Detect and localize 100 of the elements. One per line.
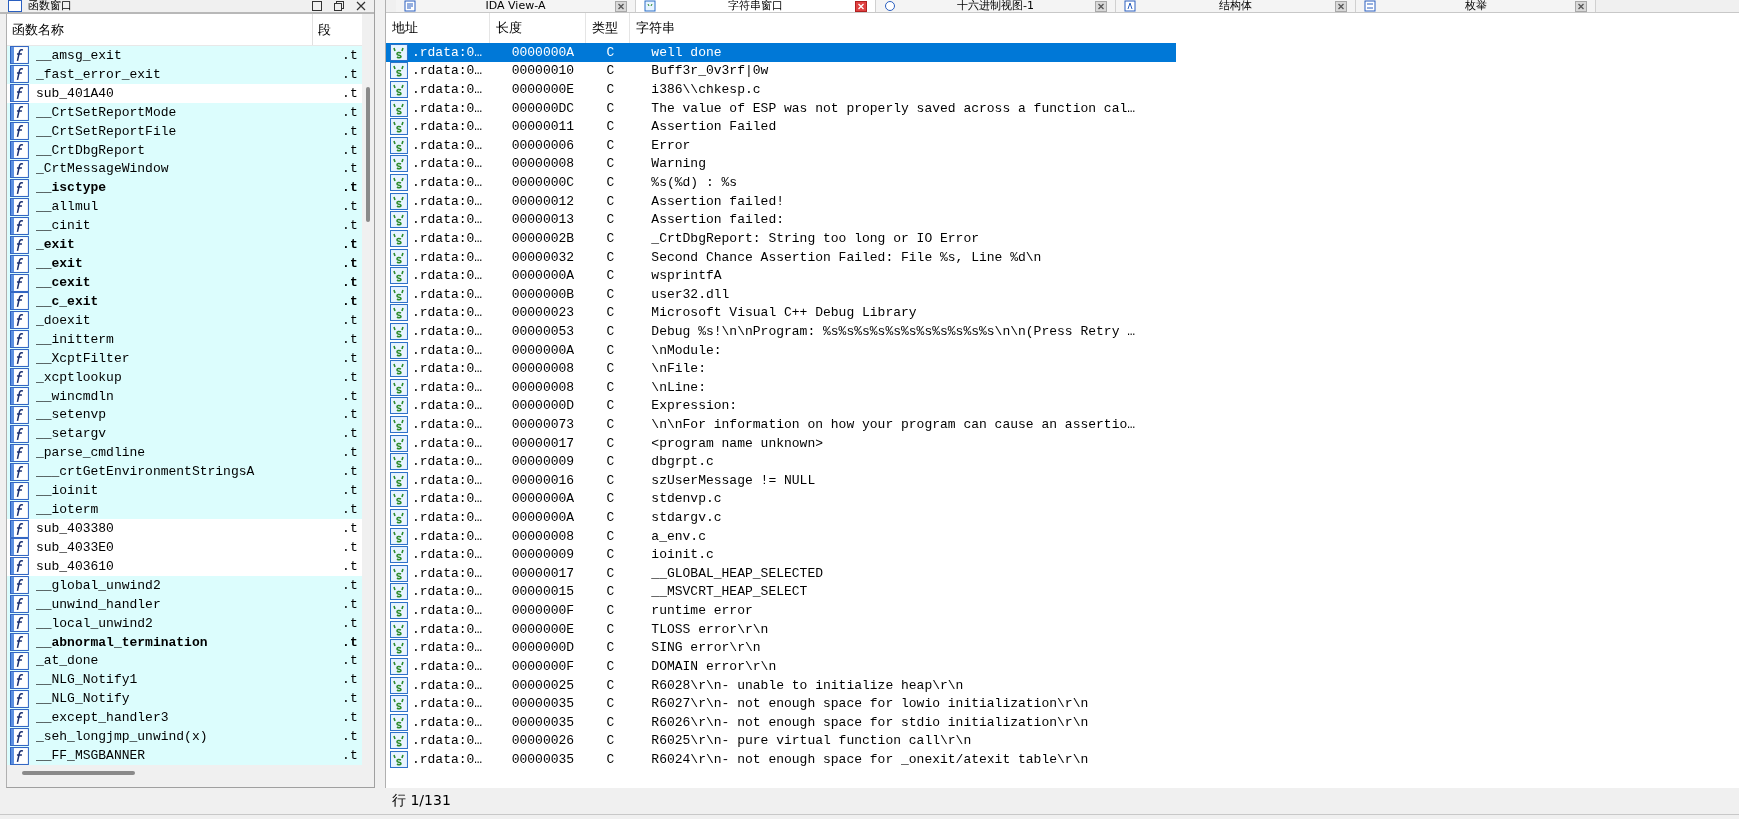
close-icon[interactable] — [1095, 0, 1107, 12]
close-icon[interactable] — [615, 0, 627, 12]
function-row[interactable]: __cinit .t — [7, 216, 362, 236]
address-cell-text: .rdata:0… — [410, 677, 484, 693]
function-row[interactable]: __NLG_Notify .t — [7, 689, 362, 709]
segment-text: .t — [342, 47, 359, 63]
string-cell-text: Warning — [650, 156, 707, 172]
function-row[interactable]: _parse_cmdline .t — [7, 443, 362, 463]
string-row[interactable]: .rdata:0… 00000017 C <program name unknown> — [386, 433, 1176, 453]
column-header[interactable]: 字符串 — [630, 13, 1076, 43]
function-row[interactable]: _exit .t — [7, 235, 362, 255]
function-row[interactable]: _seh_longjmp_unwind(x) .t — [7, 727, 362, 747]
string-row[interactable]: .rdata:0… 00000011 C Assertion Failed — [386, 117, 1176, 137]
string-cell-text: SING error\r\n — [650, 640, 762, 656]
string-row[interactable]: .rdata:0… 0000000C C %s(%d) : %s — [386, 173, 1176, 192]
string-row[interactable]: .rdata:0… 0000000F C runtime error — [386, 601, 1176, 620]
function-row[interactable]: __cexit .t — [7, 273, 362, 292]
string-row[interactable]: .rdata:0… 00000016 C szUserMessage != NULL — [386, 471, 1176, 490]
function-name: __local_unwind2 — [35, 615, 154, 631]
string-cell-text: \nModule: — [650, 342, 723, 358]
tab[interactable]: 字符串窗口 — [636, 0, 876, 12]
string-row[interactable]: .rdata:0… 0000000D C SING error\r\n — [386, 638, 1176, 658]
string-icon — [390, 43, 408, 61]
function-name: __wincmdln — [35, 388, 115, 404]
string-row[interactable]: .rdata:0… 00000026 C R6025\r\n- pure virtual function call\r\n — [386, 731, 1176, 751]
string-row[interactable]: .rdata:0… 00000015 C __MSVCRT_HEAP_SELECT — [386, 582, 1176, 602]
float-icon[interactable] — [334, 1, 344, 11]
string-row[interactable]: .rdata:0… 00000006 C Error — [386, 136, 1176, 155]
string-row[interactable]: .rdata:0… 0000000A C stdargv.c — [386, 508, 1176, 527]
string-row[interactable]: .rdata:0… 00000012 C Assertion failed! — [386, 191, 1176, 211]
string-row[interactable]: .rdata:0… 0000000A C \nModule: — [386, 340, 1176, 360]
function-row[interactable]: __ioinit .t — [7, 481, 362, 501]
string-icon — [644, 0, 656, 12]
tab[interactable]: 枚举 — [1356, 0, 1596, 12]
tab[interactable]: IDA View-A — [396, 0, 636, 12]
address-cell-text: .rdata:0… — [410, 268, 484, 284]
string-icon — [390, 229, 408, 247]
close-icon[interactable] — [855, 0, 867, 12]
string-row[interactable]: .rdata:0… 00000009 C dbgrpt.c — [386, 452, 1176, 471]
string-row[interactable]: .rdata:0… 00000008 C Warning — [386, 154, 1176, 174]
string-row[interactable]: .rdata:0… 00000009 C ioinit.c — [386, 545, 1176, 565]
string-row[interactable]: .rdata:0… 00000008 C \nFile: — [386, 359, 1176, 378]
string-row[interactable]: .rdata:0… 00000013 C Assertion failed: — [386, 210, 1176, 230]
segment-text: .t — [342, 464, 359, 480]
string-row[interactable]: .rdata:0… 0000000A C well done — [386, 43, 1176, 62]
segment-text: .t — [342, 710, 359, 726]
string-row[interactable]: .rdata:0… 00000073 C \n\nFor information on how your program can cause an assertio… — [386, 415, 1176, 434]
function-row[interactable]: __setargv .t — [7, 424, 362, 444]
string-row[interactable]: .rdata:0… 00000010 C Buff3r_0v3rf|0w — [386, 61, 1176, 81]
string-row[interactable]: .rdata:0… 00000023 C Microsoft Visual C++ Debug Library — [386, 303, 1176, 323]
string-row[interactable]: .rdata:0… 00000035 C R6027\r\n- not enough space for lowio initialization\r\n — [386, 694, 1176, 713]
address-cell-text: .rdata:0… — [410, 398, 484, 414]
restore-icon[interactable] — [312, 1, 322, 11]
function-name: _parse_cmdline — [35, 445, 147, 461]
close-icon[interactable] — [356, 1, 366, 11]
segment-text: .t — [342, 142, 359, 158]
string-row[interactable]: .rdata:0… 00000035 C R6024\r\n- not enough space for _onexit/atexit table\r\n — [386, 750, 1176, 769]
string-row[interactable]: .rdata:0… 0000000A C wsprintfA — [386, 266, 1176, 285]
function-row[interactable]: ___crtGetEnvironmentStringsA .t — [7, 462, 362, 482]
string-row[interactable]: .rdata:0… 0000000F C DOMAIN error\r\n — [386, 657, 1176, 676]
string-row[interactable]: .rdata:0… 0000000E C TLOSS error\r\n — [386, 619, 1176, 639]
function-row[interactable]: __FF_MSGBANNER .t — [7, 746, 362, 766]
string-row[interactable]: .rdata:0… 00000025 C R6028\r\n- unable to initialize heap\r\n — [386, 675, 1176, 695]
scrollbar-thumb[interactable] — [366, 87, 370, 222]
scrollbar-thumb[interactable] — [22, 771, 135, 775]
close-icon[interactable] — [1575, 0, 1587, 12]
tab[interactable]: 十六进制视图-1 — [876, 0, 1116, 12]
address-cell-text: .rdata:0… — [410, 640, 484, 656]
string-row[interactable]: .rdata:0… 00000008 C a_env.c — [386, 526, 1176, 546]
string-row[interactable]: .rdata:0… 00000008 C \nLine: — [386, 377, 1176, 397]
function-row[interactable]: __NLG_Notify1 .t — [7, 670, 362, 690]
close-icon[interactable] — [1335, 0, 1347, 12]
function-row[interactable]: __amsg_exit .t — [7, 46, 362, 65]
string-icon — [390, 732, 408, 750]
string-row[interactable]: .rdata:0… 0000000B C user32.dll — [386, 284, 1176, 304]
string-row[interactable]: .rdata:0… 0000000A C stdenvp.c — [386, 489, 1176, 509]
string-row[interactable]: .rdata:0… 00000035 C R6026\r\n- not enough space for stdio initialization\r\n — [386, 712, 1176, 732]
column-header[interactable]: 段 — [313, 20, 331, 39]
function-row[interactable]: __isctype .t — [7, 178, 362, 198]
string-row[interactable]: .rdata:0… 00000017 C __GLOBAL_HEAP_SELECTED — [386, 564, 1176, 583]
string-row[interactable]: .rdata:0… 000000DC C The value of ESP was not properly saved across a function cal… — [386, 98, 1176, 118]
column-header[interactable]: 函数名称 — [7, 14, 313, 45]
function-row[interactable]: __exit .t — [7, 254, 362, 274]
string-row[interactable]: .rdata:0… 0000000D C Expression: — [386, 396, 1176, 416]
address-cell-text: .rdata:0… — [410, 305, 484, 321]
length-cell-text: 00000032 — [510, 249, 576, 265]
segment-text: .t — [342, 218, 359, 234]
address-cell-text: .rdata:0… — [410, 230, 484, 246]
type-cell-text: C — [605, 398, 616, 414]
string-row[interactable]: .rdata:0… 0000002B C _CrtDbgReport: String too long or IO Error — [386, 229, 1176, 248]
tab[interactable]: 结构体 — [1116, 0, 1356, 12]
string-row[interactable]: .rdata:0… 0000000E C i386\\chkesp.c — [386, 80, 1176, 99]
string-row[interactable]: .rdata:0… 00000053 C Debug %s!\n\nProgram: %s%s%s%s%s%s%s%s%s%s%s\n\n(Press Retry … — [386, 322, 1176, 341]
string-icon — [390, 341, 408, 359]
string-cell-text: _CrtDbgReport: String too long or IO Error — [650, 230, 980, 246]
function-row[interactable]: __allmul .t — [7, 197, 362, 217]
string-row[interactable]: .rdata:0… 00000032 C Second Chance Assertion Failed: File %s, Line %d\n — [386, 247, 1176, 267]
function-row[interactable]: __ioterm .t — [7, 500, 362, 520]
length-cell-text: 00000035 — [510, 714, 576, 730]
function-row[interactable]: __except_handler3 .t — [7, 708, 362, 728]
